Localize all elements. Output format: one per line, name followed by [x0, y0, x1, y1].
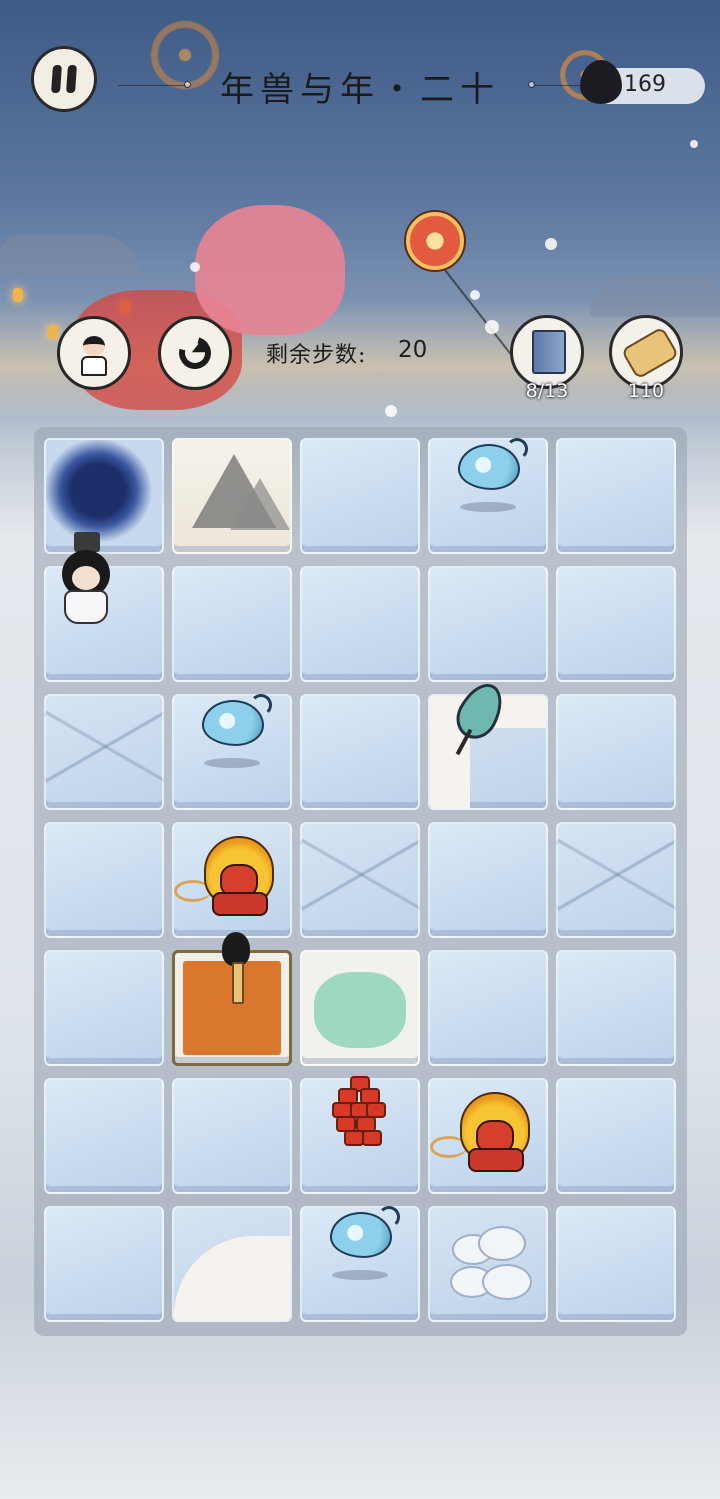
- board-tile-ice[interactable]: [556, 1206, 676, 1322]
- snowflake: [485, 320, 499, 334]
- scroll-icon: [620, 326, 680, 380]
- blue-spirit-piece[interactable]: [202, 694, 272, 746]
- blue-spirit-piece[interactable]: [330, 1206, 400, 1258]
- pause-button[interactable]: [31, 46, 97, 112]
- board-tile-ice[interactable]: [172, 1078, 292, 1194]
- board-tile-ice[interactable]: [300, 694, 420, 810]
- board-tile-ice[interactable]: [44, 950, 164, 1066]
- snowflake: [690, 140, 698, 148]
- board-tile-path[interactable]: [172, 1206, 292, 1322]
- hero-character[interactable]: [54, 532, 118, 632]
- board-tile-ice[interactable]: [428, 822, 548, 938]
- piece-shadow: [204, 758, 260, 768]
- piece-shadow: [460, 502, 516, 512]
- undo-button[interactable]: [158, 316, 232, 390]
- board-tile-ice[interactable]: [300, 566, 420, 682]
- board-tile-ice[interactable]: [556, 1078, 676, 1194]
- board-tile-ice[interactable]: [44, 1078, 164, 1194]
- book-spirit-icon: [532, 330, 566, 374]
- steps-label: 剩余步数:: [266, 343, 367, 368]
- board-tile-cloud[interactable]: [428, 1206, 548, 1322]
- board-tile-ice[interactable]: [428, 950, 548, 1066]
- board-tile-ice[interactable]: [44, 822, 164, 938]
- piece-shadow: [332, 1270, 388, 1280]
- board-tile-ice[interactable]: [556, 694, 676, 810]
- pause-icon: [49, 65, 79, 93]
- scroll-button[interactable]: [609, 315, 683, 389]
- ink-count: 169: [624, 72, 666, 97]
- title-divider-right: [535, 85, 583, 86]
- fan-item[interactable]: [448, 676, 512, 756]
- board-tile-pond[interactable]: [300, 950, 420, 1066]
- collection-button[interactable]: [510, 315, 584, 389]
- nian-beast-piece[interactable]: [430, 1092, 534, 1172]
- board-tile-ice[interactable]: [556, 438, 676, 554]
- hint-character-icon: [75, 330, 113, 376]
- blue-spirit-piece[interactable]: [458, 438, 528, 490]
- snowflake: [190, 262, 200, 272]
- torch-item[interactable]: [214, 932, 254, 1006]
- snowflake: [470, 290, 480, 300]
- board-tile-cracked[interactable]: [556, 822, 676, 938]
- kite: [404, 210, 466, 272]
- board-tile-ice[interactable]: [44, 1206, 164, 1322]
- scroll-count: 110: [627, 380, 665, 402]
- board-tile-ice[interactable]: [556, 566, 676, 682]
- collection-progress: 8/13: [525, 380, 569, 402]
- lantern: [13, 288, 23, 302]
- roof: [590, 275, 720, 317]
- roof: [0, 235, 140, 275]
- board-tile-ice[interactable]: [172, 566, 292, 682]
- hint-button[interactable]: [57, 316, 131, 390]
- board-tile-cracked[interactable]: [300, 822, 420, 938]
- snowflake: [545, 238, 557, 250]
- title-ornament-right: [528, 81, 535, 88]
- board-tile-mountain[interactable]: [172, 438, 292, 554]
- snowflake: [385, 405, 397, 417]
- ink-drop-icon: [580, 60, 622, 104]
- title-ornament-left: [184, 81, 191, 88]
- board-tile-ice[interactable]: [300, 438, 420, 554]
- lantern: [48, 325, 58, 339]
- level-title: 年兽与年・二十: [220, 70, 500, 110]
- board-tile-ice[interactable]: [428, 566, 548, 682]
- firecracker-item[interactable]: [328, 1076, 388, 1156]
- board-tile-cracked[interactable]: [44, 694, 164, 810]
- title-divider-left: [118, 85, 188, 86]
- undo-icon: [173, 331, 217, 375]
- board-tile-ice[interactable]: [556, 950, 676, 1066]
- nian-beast-piece[interactable]: [174, 836, 278, 916]
- steps-remaining: 20: [398, 337, 428, 363]
- dragon-head: [195, 205, 345, 335]
